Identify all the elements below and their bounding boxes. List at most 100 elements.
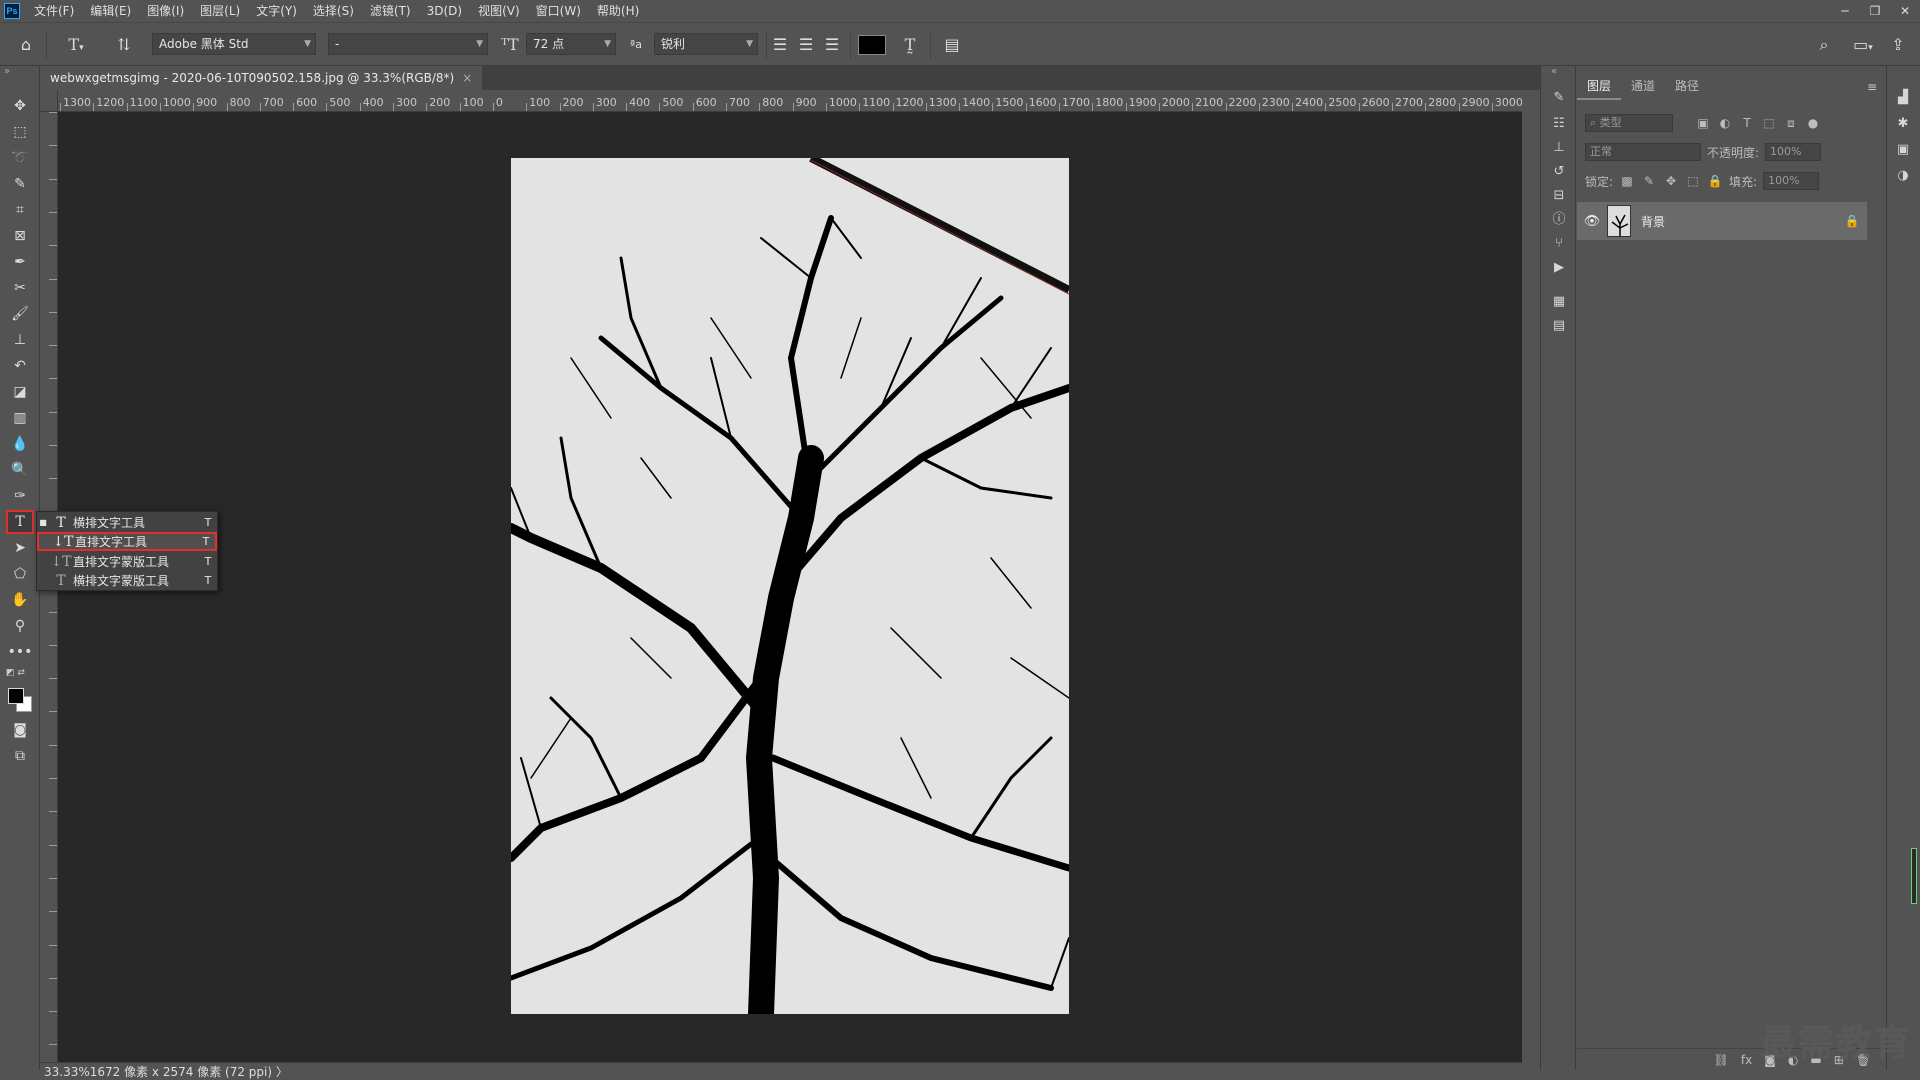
menu-image[interactable]: 图像(I) bbox=[139, 0, 192, 22]
stamp-tool-icon[interactable]: ⊥ bbox=[6, 328, 34, 352]
menu-layer[interactable]: 图层(L) bbox=[192, 0, 248, 22]
menu-view[interactable]: 视图(V) bbox=[470, 0, 528, 22]
link-layers-icon[interactable]: ⛓ bbox=[1714, 1053, 1729, 1067]
align-left-icon[interactable]: ☰ bbox=[768, 33, 792, 57]
crop-tool-icon[interactable]: ⌗ bbox=[6, 198, 34, 222]
menu-window[interactable]: 窗口(W) bbox=[528, 0, 589, 22]
properties-icon[interactable]: ⊟ bbox=[1549, 186, 1569, 206]
fill-input[interactable]: 100% bbox=[1763, 172, 1820, 190]
document-image[interactable] bbox=[511, 158, 1069, 1014]
align-right-icon[interactable]: ☰ bbox=[820, 33, 844, 57]
menu-edit[interactable]: 编辑(E) bbox=[82, 0, 139, 22]
color-icon[interactable]: ◑ bbox=[1893, 166, 1913, 186]
healing-tool-icon[interactable]: ✂ bbox=[6, 276, 34, 300]
flyout-item-horizontal-type-mask[interactable]: T 横排文字蒙版工具 T bbox=[37, 571, 217, 590]
gradient-tool-icon[interactable]: ▥ bbox=[6, 406, 34, 430]
lock-position-icon[interactable]: ✥ bbox=[1663, 174, 1679, 188]
close-window-button[interactable]: ✕ bbox=[1890, 0, 1920, 22]
layer-filter-select[interactable]: ⌕ 类型 bbox=[1585, 114, 1673, 132]
layer-name[interactable]: 背景 bbox=[1641, 213, 1837, 230]
visibility-eye-icon[interactable]: 👁 bbox=[1577, 214, 1607, 229]
more-tools-icon[interactable]: ••• bbox=[6, 640, 34, 664]
libraries-icon[interactable]: ▦ bbox=[1549, 292, 1569, 312]
status-menu-arrow-icon[interactable]: 〉 bbox=[276, 1065, 288, 1079]
tab-layers[interactable]: 图层 bbox=[1577, 74, 1622, 100]
zoom-level[interactable]: 33.33% bbox=[44, 1065, 90, 1079]
workspace-icon[interactable]: ▭▾ bbox=[1846, 33, 1880, 57]
marquee-tool-icon[interactable]: ⬚ bbox=[6, 120, 34, 144]
character-panel-icon[interactable]: ▤ bbox=[940, 33, 964, 57]
blur-tool-icon[interactable]: 💧 bbox=[6, 432, 34, 456]
actions-play-icon[interactable]: ▶ bbox=[1549, 258, 1569, 278]
zoom-tool-icon[interactable]: ⚲ bbox=[6, 614, 34, 638]
quick-mask-icon[interactable]: ◙ bbox=[6, 718, 34, 742]
lock-transparent-icon[interactable]: ▩ bbox=[1619, 174, 1635, 188]
shape-tool-icon[interactable]: ⬠ bbox=[6, 562, 34, 586]
adjustments-icon[interactable]: ☷ bbox=[1549, 114, 1569, 134]
info-icon[interactable]: ⓘ bbox=[1549, 210, 1569, 230]
font-size-select[interactable]: 72 点 ▼ bbox=[526, 33, 616, 55]
brush-tool-icon[interactable]: 🖌 bbox=[6, 302, 34, 326]
text-color-swatch[interactable] bbox=[858, 35, 886, 55]
navigator-icon[interactable]: ✱ bbox=[1893, 114, 1913, 134]
align-center-icon[interactable]: ☰ bbox=[794, 33, 818, 57]
lock-image-icon[interactable]: ✎ bbox=[1641, 174, 1657, 188]
horizontal-ruler[interactable]: 1300 1200 1100 1000 900 800 700 600 500 400 300 200… bbox=[58, 90, 1522, 112]
menu-file[interactable]: 文件(F) bbox=[26, 0, 82, 22]
filter-smart-object-icon[interactable]: ⧈ bbox=[1783, 116, 1799, 131]
blend-mode-select[interactable]: 正常 bbox=[1585, 143, 1701, 161]
ruler-origin[interactable] bbox=[40, 90, 58, 112]
notes-icon[interactable]: ▤ bbox=[1549, 316, 1569, 336]
layer-row[interactable]: 👁 背景 🔒 bbox=[1577, 202, 1867, 240]
tool-preset-picker-icon[interactable]: T▾ bbox=[58, 33, 94, 57]
pen-tool-icon[interactable]: ✑ bbox=[6, 484, 34, 508]
history-icon[interactable]: ↺ bbox=[1549, 162, 1569, 182]
layer-lock-icon[interactable]: 🔒 bbox=[1837, 214, 1867, 228]
menu-type[interactable]: 文字(Y) bbox=[248, 0, 305, 22]
warp-text-icon[interactable]: T̰ bbox=[898, 33, 922, 57]
document-tab[interactable]: webwxgetmsgimg - 2020-06-10T090502.158.j… bbox=[40, 66, 483, 90]
menu-help[interactable]: 帮助(H) bbox=[589, 0, 647, 22]
filter-toggle-icon[interactable]: ● bbox=[1805, 116, 1821, 130]
frame-tool-icon[interactable]: ⊠ bbox=[6, 224, 34, 248]
close-tab-icon[interactable]: × bbox=[462, 66, 472, 90]
default-colors-icon[interactable]: ◩ ⇄ bbox=[6, 668, 25, 678]
antialias-select[interactable]: 锐利 ▼ bbox=[654, 33, 758, 55]
path-select-tool-icon[interactable]: ➤ bbox=[6, 536, 34, 560]
lock-artboard-icon[interactable]: ⬚ bbox=[1685, 174, 1701, 188]
flyout-item-horizontal-type[interactable]: ■ T 横排文字工具 T bbox=[37, 513, 217, 532]
share-icon[interactable]: ⇪ bbox=[1886, 33, 1910, 57]
tab-channels[interactable]: 通道 bbox=[1621, 74, 1665, 100]
scroll-indicator[interactable] bbox=[1911, 848, 1917, 904]
add-style-icon[interactable]: fx bbox=[1741, 1053, 1752, 1067]
menu-filter[interactable]: 滤镜(T) bbox=[362, 0, 419, 22]
swatches-icon[interactable]: ▣ bbox=[1893, 140, 1913, 160]
font-style-select[interactable]: - ▼ bbox=[328, 33, 488, 55]
hand-tool-icon[interactable]: ✋ bbox=[6, 588, 34, 612]
restore-button[interactable]: ❐ bbox=[1860, 0, 1890, 22]
lock-all-icon[interactable]: 🔒 bbox=[1707, 174, 1723, 188]
menu-3d[interactable]: 3D(D) bbox=[419, 0, 470, 22]
filter-pixel-icon[interactable]: ▣ bbox=[1695, 116, 1711, 130]
font-family-select[interactable]: Adobe 黑体 Std ▼ bbox=[152, 33, 316, 55]
dodge-tool-icon[interactable]: 🔍 bbox=[6, 458, 34, 482]
lasso-tool-icon[interactable]: ➰ bbox=[6, 146, 34, 170]
brush-settings-icon[interactable]: ✎ bbox=[1549, 88, 1569, 108]
filter-type-icon[interactable]: T bbox=[1739, 116, 1755, 130]
tab-paths[interactable]: 路径 bbox=[1665, 74, 1709, 100]
quick-select-tool-icon[interactable]: ✎ bbox=[6, 172, 34, 196]
type-tool-icon[interactable]: T bbox=[6, 510, 34, 534]
foreground-color-swatch[interactable] bbox=[8, 688, 24, 704]
toggle-text-orientation-icon[interactable]: ⇅ bbox=[112, 33, 136, 57]
histogram-icon[interactable]: ▟ bbox=[1893, 88, 1913, 108]
eyedropper-tool-icon[interactable]: ✒ bbox=[6, 250, 34, 274]
collapse-icon[interactable]: » bbox=[4, 66, 10, 77]
color-swatches[interactable] bbox=[6, 686, 34, 714]
filter-adjustment-icon[interactable]: ◐ bbox=[1717, 116, 1733, 130]
home-icon[interactable]: ⌂ bbox=[14, 33, 38, 57]
filter-shape-icon[interactable]: ⬚ bbox=[1761, 116, 1777, 130]
screen-mode-icon[interactable]: ⧉ bbox=[6, 744, 34, 768]
history-brush-tool-icon[interactable]: ↶ bbox=[6, 354, 34, 378]
canvas-area[interactable] bbox=[58, 112, 1522, 1062]
search-icon[interactable]: ⌕ bbox=[1812, 33, 1836, 57]
